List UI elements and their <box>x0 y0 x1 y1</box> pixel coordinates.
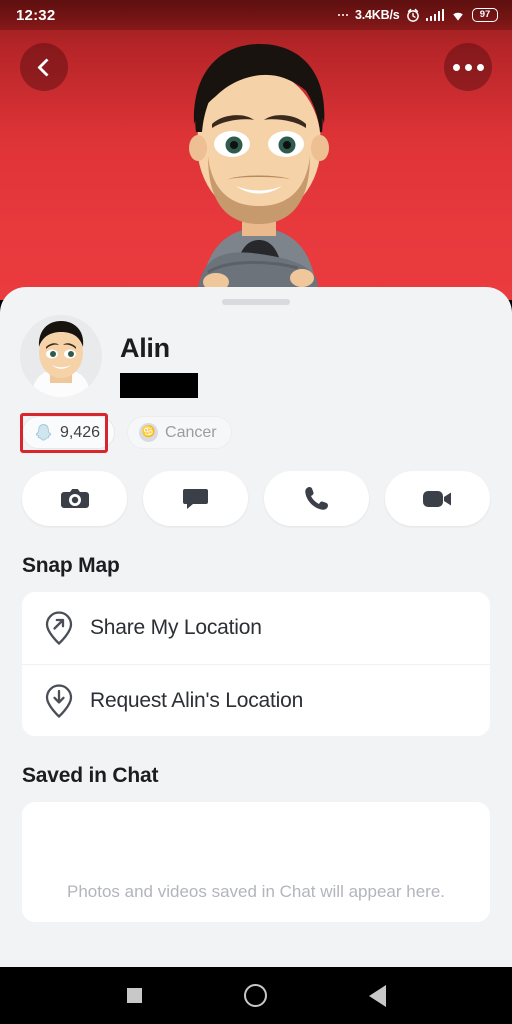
saved-in-chat-title: Saved in Chat <box>22 764 159 787</box>
saved-in-chat-empty-text: Photos and videos saved in Chat will app… <box>66 882 445 901</box>
video-call-button[interactable] <box>385 471 490 526</box>
saved-in-chat-card: Photos and videos saved in Chat will app… <box>22 802 490 922</box>
snap-map-card: Share My Location Request Alin's Locatio… <box>22 592 490 736</box>
alarm-icon <box>406 8 419 22</box>
square-recents-icon[interactable] <box>126 988 142 1003</box>
battery-icon: 97 <box>472 8 498 22</box>
profile-sheet: Alin 9,426 ♋ Cancer Snap Map Share My Lo… <box>0 287 512 987</box>
status-bar-icons: 3.4KB/s 97 <box>337 8 498 22</box>
cancer-zodiac-icon: ♋ <box>139 423 159 442</box>
wifi-icon <box>453 12 463 21</box>
username-redacted <box>120 373 198 398</box>
android-nav-bar <box>0 967 512 1024</box>
location-pin-share-icon <box>42 610 76 646</box>
snapscore-badge[interactable]: 9,426 <box>22 416 116 449</box>
share-my-location-label: Share My Location <box>90 616 262 639</box>
snap-map-title: Snap Map <box>22 554 120 577</box>
chevron-left-icon <box>36 57 56 77</box>
chat-bubble-icon <box>183 488 208 509</box>
call-button[interactable] <box>264 471 369 526</box>
page-title: Alin <box>120 333 170 363</box>
triangle-back-icon[interactable] <box>368 984 386 1007</box>
phone-icon <box>305 487 328 510</box>
name-column: Alin <box>102 315 198 398</box>
profile-header: Alin <box>0 305 512 398</box>
camera-icon <box>60 488 89 508</box>
location-pin-request-icon <box>42 683 76 719</box>
video-camera-icon <box>423 490 451 507</box>
chat-button[interactable] <box>143 471 248 526</box>
zodiac-label: Cancer <box>165 423 217 441</box>
zodiac-badge[interactable]: ♋ Cancer <box>127 416 232 449</box>
snapchat-ghost-icon <box>35 424 52 441</box>
phone-screen: 12:32 3.4KB/s 97 Alin 9,426 ♋ Cancer Sna… <box>0 0 512 1024</box>
camera-button[interactable] <box>22 471 127 526</box>
request-location-row[interactable]: Request Alin's Location <box>22 664 490 736</box>
profile-badges: 9,426 ♋ Cancer <box>0 398 512 449</box>
bitmoji-avatar-large <box>189 44 329 296</box>
more-options-button[interactable] <box>444 43 492 91</box>
status-bar: 12:32 3.4KB/s 97 <box>0 0 512 30</box>
circle-home-icon[interactable] <box>243 984 267 1007</box>
network-speed-label: 3.4KB/s <box>355 8 400 22</box>
request-location-label: Request Alin's Location <box>90 688 304 712</box>
action-buttons <box>0 449 512 526</box>
back-button[interactable] <box>20 43 68 91</box>
avatar[interactable] <box>20 315 102 397</box>
signal-icon <box>425 9 444 21</box>
snapscore-value: 9,426 <box>60 423 101 441</box>
data-activity-icon <box>337 13 349 17</box>
more-options-icon <box>452 63 484 71</box>
share-my-location-row[interactable]: Share My Location <box>22 592 490 664</box>
status-bar-time: 12:32 <box>16 6 56 24</box>
